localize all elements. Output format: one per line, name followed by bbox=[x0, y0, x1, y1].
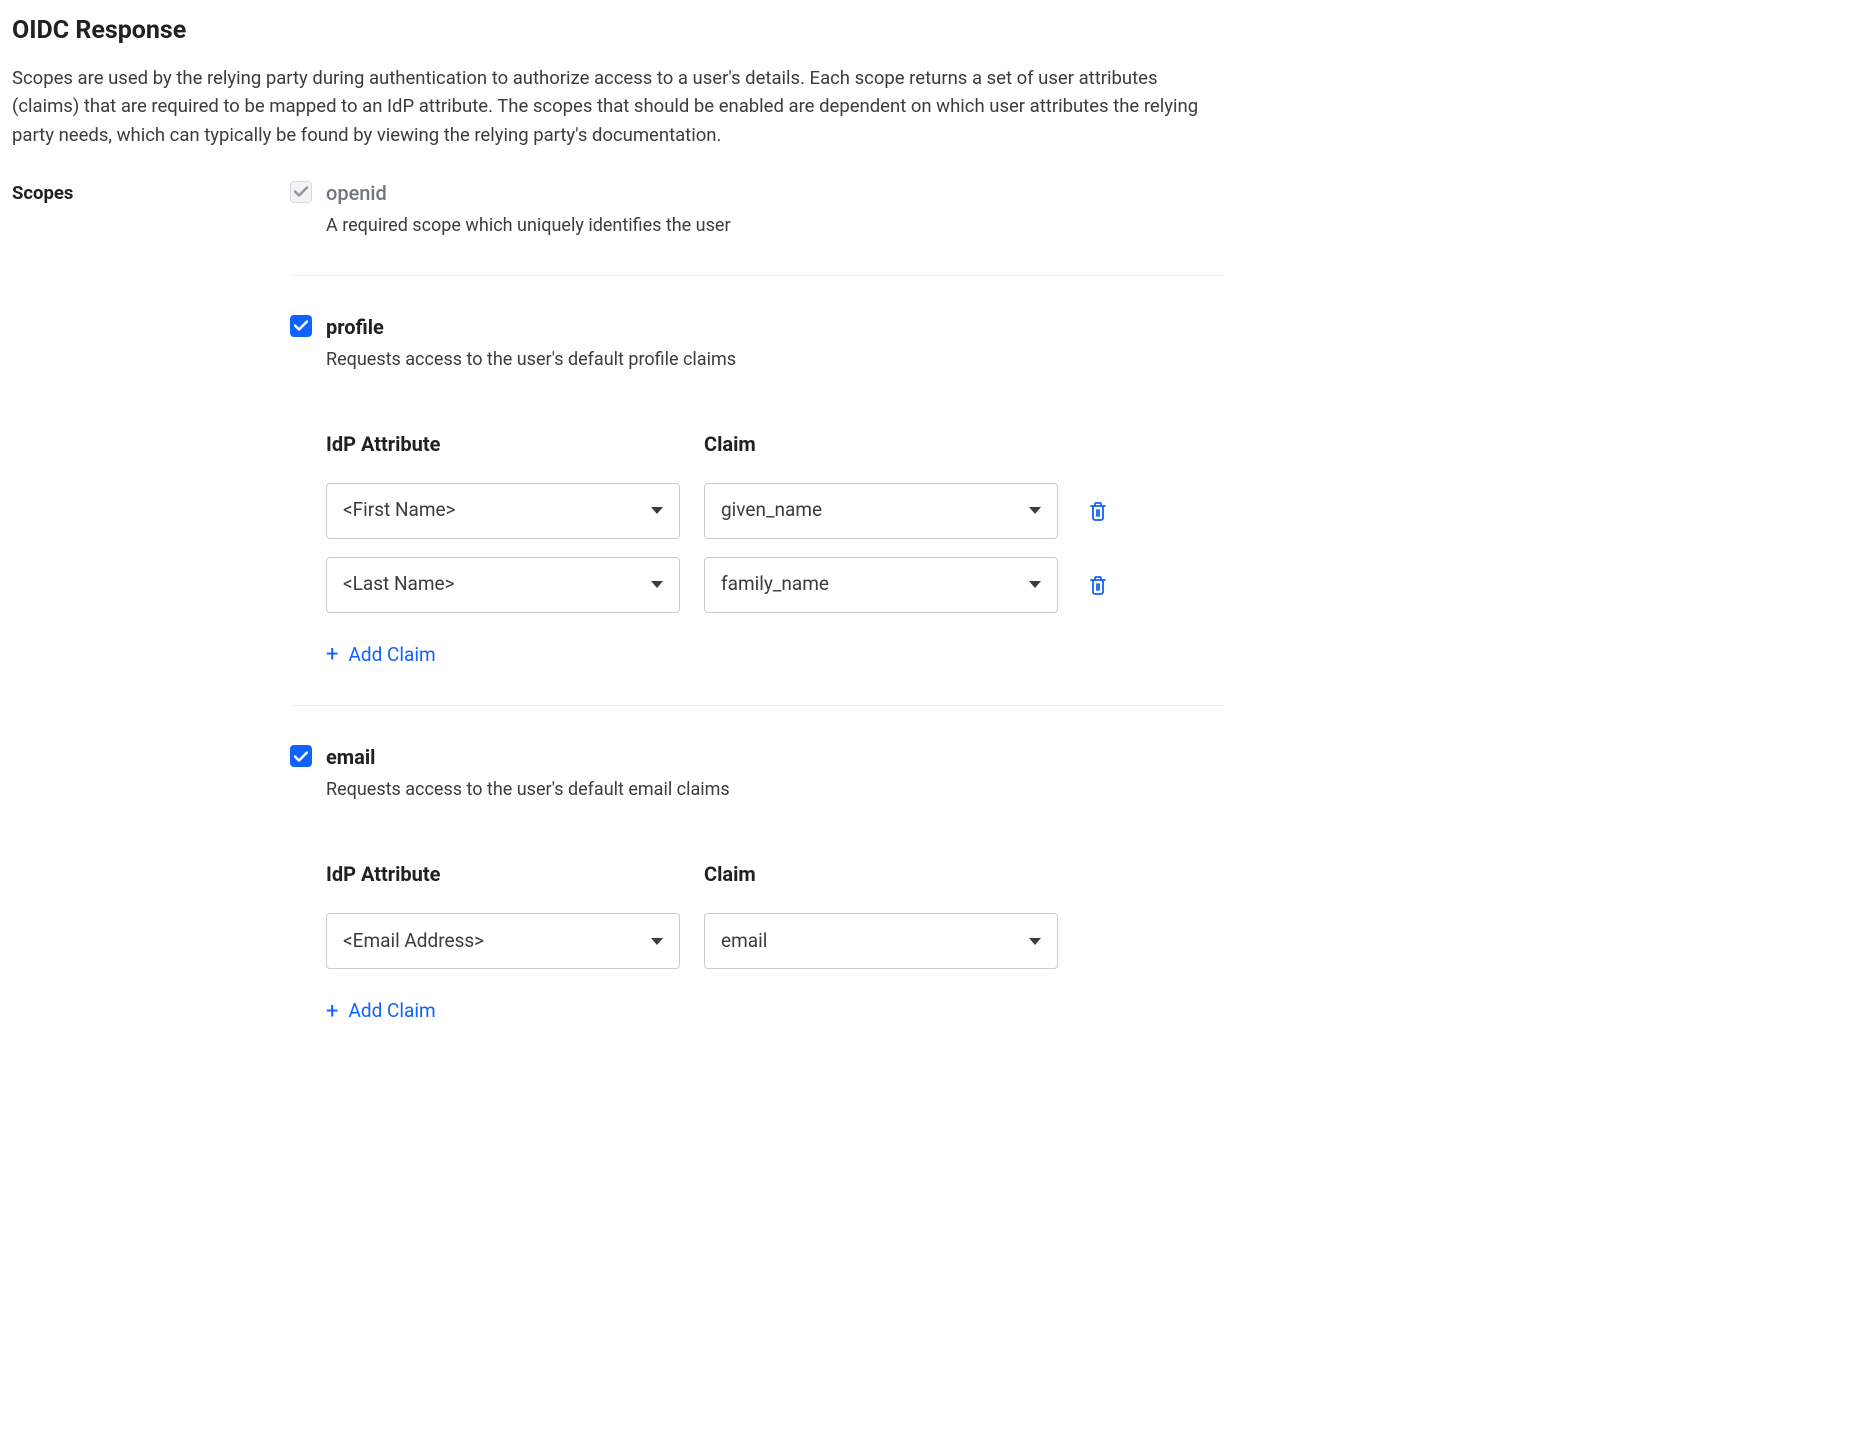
scope-openid-title: openid bbox=[326, 178, 731, 208]
trash-icon bbox=[1089, 501, 1107, 521]
add-claim-label: Add Claim bbox=[348, 997, 435, 1026]
plus-icon: + bbox=[326, 644, 338, 666]
claim-row: <Email Address> email bbox=[326, 913, 1224, 969]
scope-profile-title: profile bbox=[326, 312, 736, 342]
scope-email: email Requests access to the user's defa… bbox=[290, 742, 1224, 1062]
delete-claim-button[interactable] bbox=[1086, 499, 1110, 523]
scopes-label: Scopes bbox=[12, 178, 290, 208]
chevron-down-icon bbox=[651, 507, 663, 514]
claim-row: <First Name> given_name bbox=[326, 483, 1224, 539]
check-icon bbox=[294, 751, 308, 762]
scope-profile-desc: Requests access to the user's default pr… bbox=[326, 346, 736, 373]
claim-header: Claim bbox=[704, 859, 1058, 889]
check-icon bbox=[294, 320, 308, 331]
select-value: <First Name> bbox=[343, 496, 456, 525]
select-value: <Email Address> bbox=[343, 927, 484, 956]
plus-icon: + bbox=[326, 1001, 338, 1023]
scope-profile-checkbox[interactable] bbox=[290, 315, 312, 337]
trash-icon bbox=[1089, 575, 1107, 595]
claim-row: <Last Name> family_name bbox=[326, 557, 1224, 613]
page-title: OIDC Response bbox=[12, 12, 1224, 50]
chevron-down-icon bbox=[651, 581, 663, 588]
chevron-down-icon bbox=[1029, 581, 1041, 588]
scope-openid: openid A required scope which uniquely i… bbox=[290, 178, 1224, 276]
add-claim-button[interactable]: + Add Claim bbox=[326, 997, 436, 1026]
idp-attribute-header: IdP Attribute bbox=[326, 859, 680, 889]
scope-email-title: email bbox=[326, 742, 730, 772]
idp-attribute-select[interactable]: <Email Address> bbox=[326, 913, 680, 969]
add-claim-label: Add Claim bbox=[348, 641, 435, 670]
delete-claim-button[interactable] bbox=[1086, 573, 1110, 597]
chevron-down-icon bbox=[1029, 938, 1041, 945]
claim-select[interactable]: email bbox=[704, 913, 1058, 969]
chevron-down-icon bbox=[651, 938, 663, 945]
idp-attribute-select[interactable]: <First Name> bbox=[326, 483, 680, 539]
intro-text: Scopes are used by the relying party dur… bbox=[12, 64, 1224, 150]
idp-attribute-header: IdP Attribute bbox=[326, 429, 680, 459]
check-icon bbox=[294, 186, 308, 197]
claim-select[interactable]: given_name bbox=[704, 483, 1058, 539]
claim-select[interactable]: family_name bbox=[704, 557, 1058, 613]
scope-email-desc: Requests access to the user's default em… bbox=[326, 776, 730, 803]
claim-header: Claim bbox=[704, 429, 1058, 459]
select-value: <Last Name> bbox=[343, 570, 455, 599]
scope-openid-checkbox bbox=[290, 181, 312, 203]
select-value: email bbox=[721, 927, 767, 956]
chevron-down-icon bbox=[1029, 507, 1041, 514]
scope-email-checkbox[interactable] bbox=[290, 745, 312, 767]
idp-attribute-select[interactable]: <Last Name> bbox=[326, 557, 680, 613]
scope-profile: profile Requests access to the user's de… bbox=[290, 312, 1224, 707]
select-value: given_name bbox=[721, 496, 822, 525]
select-value: family_name bbox=[721, 570, 829, 599]
scope-openid-desc: A required scope which uniquely identifi… bbox=[326, 212, 731, 239]
add-claim-button[interactable]: + Add Claim bbox=[326, 641, 436, 670]
